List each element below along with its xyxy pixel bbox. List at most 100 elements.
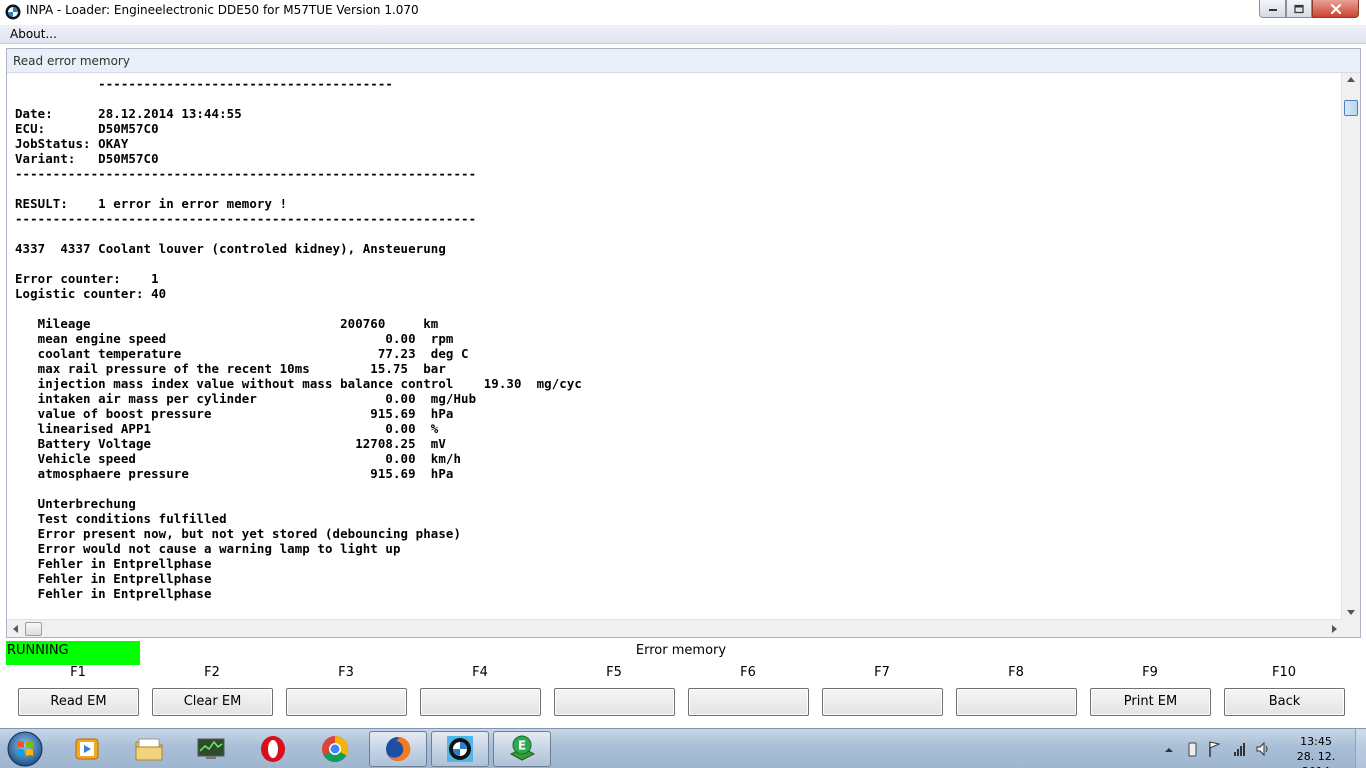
fkey-button-f10[interactable]: Back xyxy=(1224,688,1345,716)
system-monitor-icon xyxy=(197,738,225,759)
pane-title: Read error memory xyxy=(13,54,130,68)
output-line: ECU: D50M57C0 xyxy=(15,121,159,136)
tray-expand-icon[interactable] xyxy=(1165,748,1173,752)
output-line: value of boost pressure 915.69 hPa xyxy=(15,406,454,421)
title-bar: INPA - Loader: Engineelectronic DDE50 fo… xyxy=(0,0,1366,24)
fkey-button-f7[interactable] xyxy=(822,688,943,716)
scroll-right-icon[interactable] xyxy=(1332,625,1337,633)
output-text-area[interactable]: --------------------------------------- D… xyxy=(7,73,1341,619)
running-indicator: RUNNING xyxy=(6,641,140,665)
action-center-flag-icon[interactable] xyxy=(1209,741,1221,757)
fkey-label-f1: F1 xyxy=(70,665,86,680)
output-line: injection mass index value without mass … xyxy=(15,376,582,391)
taskbar-opera[interactable] xyxy=(244,731,302,767)
vertical-scrollbar[interactable] xyxy=(1341,73,1360,619)
output-line: mean engine speed 0.00 rpm xyxy=(15,331,454,346)
fkey-button-f3[interactable] xyxy=(286,688,407,716)
fkey-button-f4[interactable] xyxy=(420,688,541,716)
clock-date: 28. 12. 2014 xyxy=(1296,750,1336,768)
output-line: Mileage 200760 km xyxy=(15,316,439,331)
opera-icon xyxy=(261,736,285,762)
fkey-label-f6: F6 xyxy=(740,665,756,680)
fkey-label-f9: F9 xyxy=(1142,665,1158,680)
output-line: Test conditions fulfilled xyxy=(15,511,227,526)
output-line: atmosphaere pressure 915.69 hPa xyxy=(15,466,454,481)
firefox-icon xyxy=(386,736,411,761)
maximize-button[interactable] xyxy=(1286,0,1312,18)
taskbar-system-monitor[interactable] xyxy=(182,731,240,767)
system-tray-icons[interactable] xyxy=(1160,737,1275,761)
fkey-button-f1[interactable]: Read EM xyxy=(18,688,139,716)
output-line: JobStatus: OKAY xyxy=(15,136,129,151)
fkey-label-f3: F3 xyxy=(338,665,354,680)
fkey-button-f9[interactable]: Print EM xyxy=(1090,688,1211,716)
taskbar-firefox[interactable] xyxy=(369,731,427,767)
menu-about[interactable]: About... xyxy=(10,27,57,41)
taskbar-chrome[interactable] xyxy=(306,731,364,767)
output-line: ----------------------------------------… xyxy=(15,211,477,226)
taskbar-clock[interactable]: 13:45 28. 12. 2014 xyxy=(1284,734,1348,768)
clock-time: 13:45 xyxy=(1300,735,1332,748)
taskbar-bmw-inpa[interactable] xyxy=(431,731,489,767)
output-line: linearised APP1 0.00 % xyxy=(15,421,439,436)
svg-text:E: E xyxy=(518,739,526,753)
windows-start-icon[interactable] xyxy=(5,730,45,768)
output-line: Error counter: 1 xyxy=(15,271,159,286)
fkey-button-f6[interactable] xyxy=(688,688,809,716)
fkey-button-f5[interactable] xyxy=(554,688,675,716)
fkey-label-f2: F2 xyxy=(204,665,220,680)
fkey-label-f5: F5 xyxy=(606,665,622,680)
output-line: 4337 4337 Coolant louver (controled kidn… xyxy=(15,241,446,256)
scroll-down-icon[interactable] xyxy=(1347,610,1355,615)
media-player-icon xyxy=(75,738,99,760)
taskbar-file-explorer[interactable] xyxy=(120,731,178,767)
output-line: intaken air mass per cylinder 0.00 mg/Hu… xyxy=(15,391,477,406)
scroll-up-icon[interactable] xyxy=(1347,77,1355,82)
usb-device-icon[interactable] xyxy=(1188,742,1197,757)
taskbar-media-player[interactable] xyxy=(58,731,116,767)
horizontal-scroll-thumb[interactable] xyxy=(25,622,42,636)
show-desktop-button[interactable] xyxy=(1355,729,1366,768)
ediabas-icon: E xyxy=(509,735,536,761)
volume-icon[interactable] xyxy=(1256,741,1268,757)
taskbar: E 13:45 28. 12. 2014 xyxy=(0,728,1366,768)
scrollbar-corner xyxy=(1341,619,1360,637)
output-line: Fehler in Entprellphase xyxy=(15,586,212,601)
fkey-button-f2[interactable]: Clear EM xyxy=(152,688,273,716)
close-button[interactable] xyxy=(1312,0,1359,18)
file-explorer-icon xyxy=(135,738,163,761)
taskbar-ediabas[interactable]: E xyxy=(493,731,551,767)
fkey-button-f8[interactable] xyxy=(956,688,1077,716)
output-line: --------------------------------------- xyxy=(15,76,393,91)
app-root: INPA - Loader: Engineelectronic DDE50 fo… xyxy=(0,0,1366,768)
output-line: Variant: D50M57C0 xyxy=(15,151,159,166)
pane-title-bar: Read error memory xyxy=(7,49,1360,73)
network-signal-icon[interactable] xyxy=(1234,743,1245,756)
output-line: Error would not cause a warning lamp to … xyxy=(15,541,401,556)
output-line: Fehler in Entprellphase xyxy=(15,571,212,586)
minimize-button[interactable] xyxy=(1259,0,1286,18)
minimize-icon xyxy=(1268,8,1277,11)
output-line: Date: 28.12.2014 13:44:55 xyxy=(15,106,242,121)
restore-icon xyxy=(1294,4,1304,13)
menu-bar: About... xyxy=(0,25,1366,44)
chrome-icon xyxy=(322,736,349,763)
output-line: ----------------------------------------… xyxy=(15,166,477,181)
output-line: max rail pressure of the recent 10ms 15.… xyxy=(15,361,446,376)
output-line: coolant temperature 77.23 deg C xyxy=(15,346,469,361)
scroll-left-icon[interactable] xyxy=(13,625,18,633)
output-text: --------------------------------------- D… xyxy=(15,76,582,601)
output-line: Fehler in Entprellphase xyxy=(15,556,212,571)
error-memory-pane: Read error memory ----------------------… xyxy=(6,48,1361,638)
bmw-inpa-icon xyxy=(447,736,473,762)
fkey-label-f7: F7 xyxy=(874,665,890,680)
vertical-scroll-thumb[interactable] xyxy=(1344,100,1358,116)
output-line: Logistic counter: 40 xyxy=(15,286,167,301)
horizontal-scrollbar[interactable] xyxy=(7,619,1341,637)
output-line: Vehicle speed 0.00 km/h xyxy=(15,451,462,466)
